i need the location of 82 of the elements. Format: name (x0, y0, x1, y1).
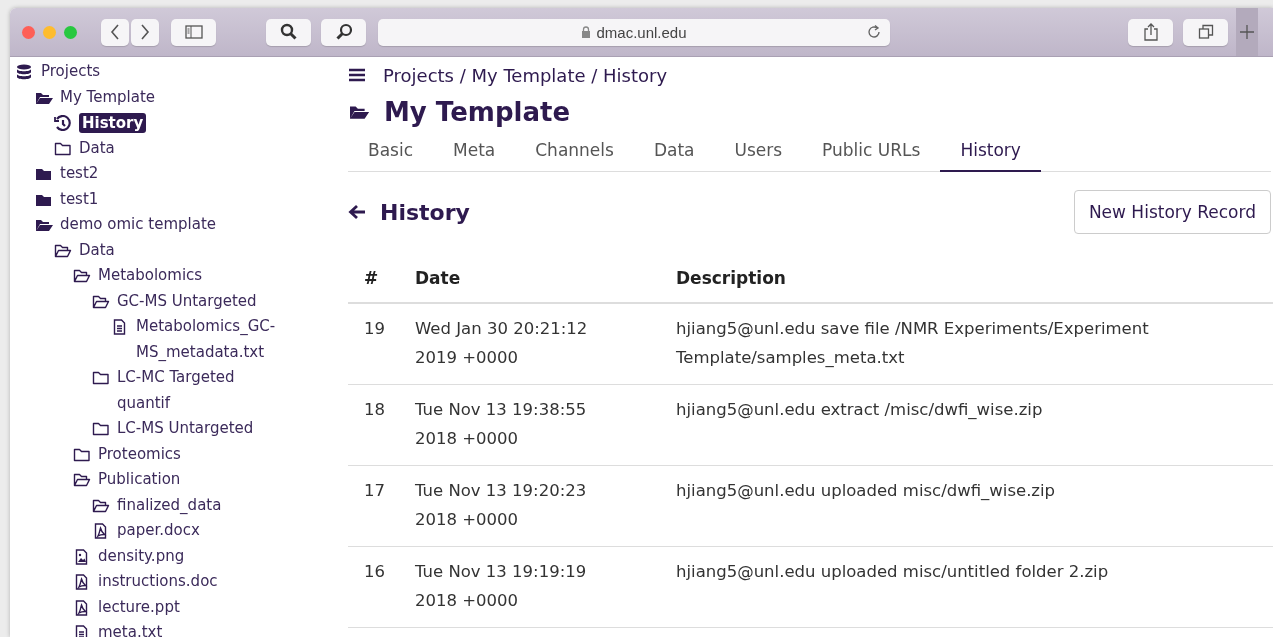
column-header: Description (676, 262, 1273, 303)
folder-icon (54, 140, 72, 157)
tab[interactable]: Public URLs (802, 132, 941, 172)
menu-icon[interactable] (348, 67, 366, 83)
tab[interactable]: Channels (515, 132, 634, 172)
tree-item[interactable]: GC-MS Untargeted (117, 288, 257, 314)
table-cell: hjiang5@unl.edu uploaded misc/dwfi_wise.zip (676, 465, 1273, 547)
tree-item[interactable]: Projects (41, 59, 101, 85)
folder-icon (92, 421, 110, 437)
search-button[interactable] (266, 18, 311, 46)
tree-item[interactable]: Publication (98, 467, 181, 493)
share-icon (1142, 23, 1159, 41)
section-title: History (380, 199, 470, 225)
folder-icon (92, 293, 110, 310)
tab[interactable]: History (940, 132, 1041, 172)
table-cell: Tue Nov 13 19:20:23 2018 +0000 (415, 465, 676, 547)
table-cell: 17 (348, 465, 415, 547)
back-arrow-icon[interactable] (348, 204, 366, 220)
tabs-button[interactable] (1183, 18, 1228, 46)
tree-item[interactable]: finalized_data (117, 492, 222, 518)
tree-item[interactable]: Proteomics (98, 441, 181, 467)
tree-item[interactable]: density.png (98, 543, 185, 569)
search-icon (334, 23, 353, 41)
project-title: My Template (384, 97, 570, 127)
tree-item[interactable]: paper.docx (117, 518, 200, 544)
search-button[interactable] (321, 18, 366, 46)
tree-item[interactable]: History (79, 112, 147, 133)
back-button[interactable] (101, 18, 129, 46)
folder-icon (92, 497, 110, 514)
folder-icon (92, 370, 110, 386)
reload-icon[interactable] (866, 24, 882, 40)
table-cell: hjiang5@unl.edu uploaded misc/untitled folder 2.zip (676, 546, 1273, 628)
tree-item[interactable]: Data (79, 135, 115, 161)
table-cell: 18 (348, 384, 415, 466)
tree-item[interactable]: LC-MC Targeted quantif (117, 365, 282, 416)
lock-icon (581, 26, 592, 38)
folder-icon (35, 166, 53, 182)
tree-item[interactable]: lecture.ppt (98, 594, 180, 620)
tree-item[interactable]: meta.txt (98, 620, 163, 637)
tree-item[interactable]: My Template (60, 84, 156, 110)
share-button[interactable] (1128, 18, 1173, 46)
sidebar-icon (184, 25, 203, 39)
database-icon (16, 64, 34, 80)
tab[interactable]: Data (633, 132, 715, 172)
plus-icon (1240, 25, 1254, 39)
tree-item[interactable]: instructions.doc (98, 569, 218, 595)
folder-icon (54, 242, 72, 259)
tab[interactable]: Meta (433, 132, 516, 172)
search-icon (279, 23, 298, 41)
folder-icon (73, 446, 91, 463)
folder-icon (73, 268, 91, 284)
table-cell: Tue Nov 13 19:19:19 2018 +0000 (415, 546, 676, 628)
tree-item[interactable]: test2 (60, 161, 99, 187)
tab[interactable]: Users (714, 132, 803, 172)
column-header: Date (415, 262, 676, 303)
table-cell: 16 (348, 546, 415, 628)
forward-button[interactable] (131, 18, 159, 46)
back-icon (110, 24, 120, 40)
folder-icon (73, 472, 91, 488)
tree-item[interactable]: Metabolomics_GC-MS_metadata.txt (136, 314, 301, 365)
url-text: dmac.unl.edu (596, 23, 687, 41)
table-cell: Tue Nov 13 19:38:55 2018 +0000 (415, 384, 676, 466)
tab[interactable]: Basic (348, 132, 433, 172)
folder-icon (35, 217, 53, 233)
tree-item[interactable]: demo omic template (60, 212, 216, 238)
table-cell: Wed Jan 30 20:21:12 2019 +0000 (415, 303, 676, 385)
tree-item[interactable]: test1 (60, 186, 99, 212)
folder-icon (348, 103, 370, 121)
breadcrumb: Projects / My Template / History (383, 64, 668, 86)
forward-icon (140, 24, 150, 40)
new-history-record-button[interactable]: New History Record (1073, 190, 1271, 234)
address-bar[interactable]: dmac.unl.edu (378, 18, 890, 46)
tree-item[interactable]: Data (79, 237, 115, 263)
table-cell: hjiang5@unl.edu extract /misc/dwfi_wise.zip (676, 384, 1273, 466)
history-icon (54, 115, 72, 131)
column-header: # (348, 262, 415, 303)
table-cell: hjiang5@unl.edu save file /NMR Experiments/Experiment Template/samples_meta.txt (676, 303, 1273, 385)
table-cell: 19 (348, 303, 415, 385)
tabs-icon (1197, 24, 1214, 40)
sidebar-button[interactable] (171, 18, 216, 46)
tree-item[interactable]: LC-MS Untargeted (117, 416, 254, 442)
tree-item[interactable]: Metabolomics (98, 263, 203, 289)
